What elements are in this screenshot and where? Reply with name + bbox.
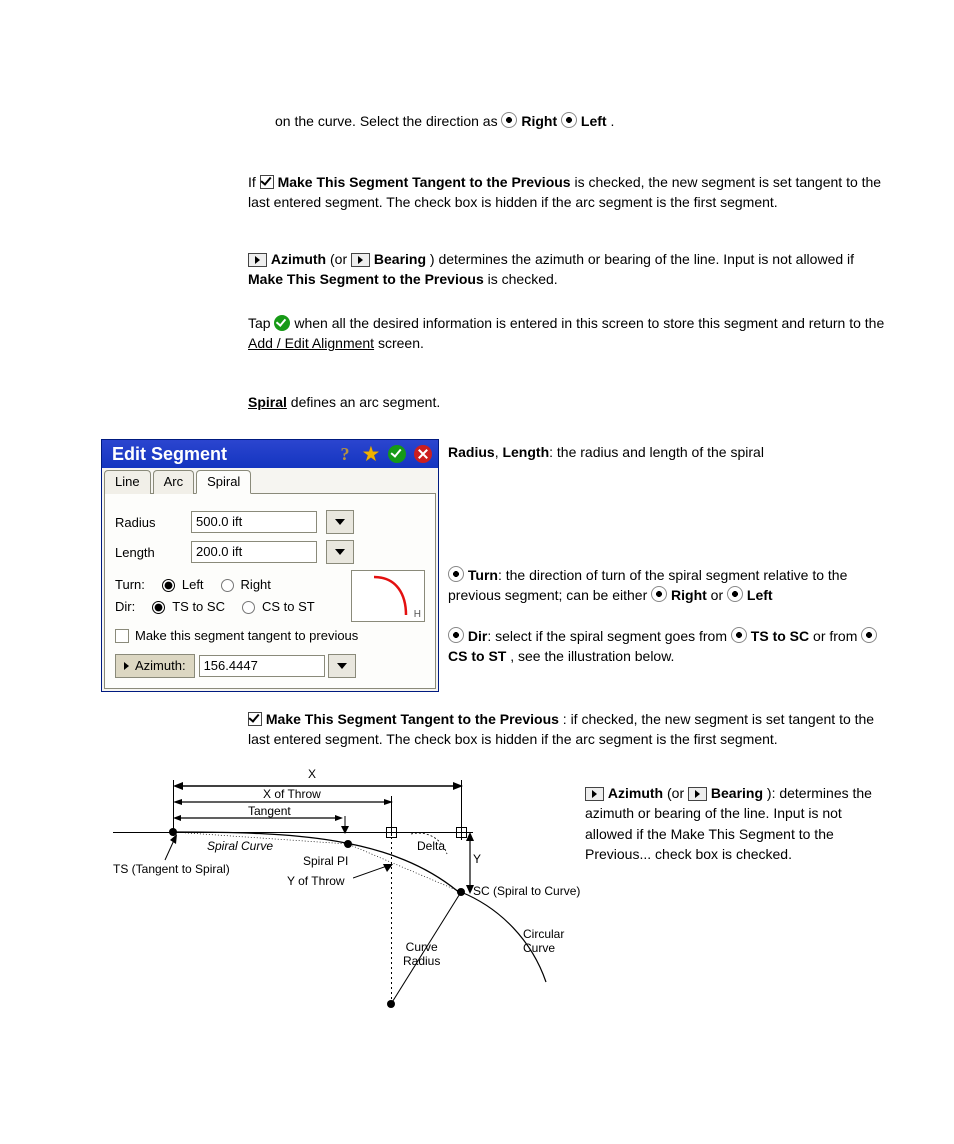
- pt-curve-center: [387, 1000, 395, 1008]
- dialog-title: Edit Segment: [112, 444, 227, 465]
- label-right: Right: [521, 113, 557, 129]
- azimuth-input[interactable]: 156.4447: [199, 655, 325, 677]
- tab-bar: Line Arc Spiral: [102, 468, 438, 494]
- label-make-tangent: Make This Segment Tangent to the Previou…: [278, 174, 571, 190]
- lbl-circular-curve: Circular Curve: [523, 927, 564, 955]
- lbl-sc: SC (Spiral to Curve): [473, 884, 580, 898]
- pt-spiral-pi: [344, 840, 352, 848]
- desc-turn: Turn: the direction of turn of the spira…: [448, 565, 888, 606]
- favorite-icon[interactable]: ★: [360, 443, 382, 465]
- desc-azimuth-right: Azimuth (or Bearing ): determines the az…: [585, 783, 890, 864]
- dir-ts-sc-radio[interactable]: TS to SC: [147, 598, 225, 614]
- radio-icon: [861, 627, 877, 643]
- spiral-tab-body: Radius 500.0 ift Length 200.0 ift Turn: …: [104, 493, 436, 689]
- length-label: Length: [115, 545, 181, 560]
- done-icon-titlebar[interactable]: [386, 443, 408, 465]
- length-units-dropdown[interactable]: [326, 540, 354, 564]
- radio-left-icon-2: [727, 586, 743, 602]
- radius-input[interactable]: 500.0 ift: [191, 511, 317, 533]
- turn-left-radio[interactable]: Left: [157, 576, 204, 592]
- radio-left-icon: [561, 112, 577, 128]
- lbl-xthrow: X of Throw: [263, 787, 321, 801]
- label-left: Left: [581, 113, 607, 129]
- lbl-spiral-pi: Spiral PI: [303, 854, 348, 868]
- dir-row: Dir: TS to SC CS to ST: [115, 598, 351, 614]
- edit-segment-dialog: Edit Segment ? ★ Line Arc Spiral Radius …: [101, 439, 439, 692]
- radio-icon: [448, 627, 464, 643]
- checkbox-icon-2: [248, 712, 262, 726]
- help-icon[interactable]: ?: [334, 443, 356, 465]
- lbl-ythrow: Y of Throw: [287, 874, 345, 888]
- para-curve-direction: on the curve. Select the direction as Ri…: [275, 111, 885, 131]
- radio-right-icon-2: [651, 586, 667, 602]
- tab-line[interactable]: Line: [104, 470, 151, 494]
- label-spiral-heading: Spiral: [248, 394, 287, 410]
- label-azimuth: Azimuth: [271, 251, 326, 267]
- azimuth-drop-icon-2: [585, 787, 604, 801]
- done-icon: [274, 315, 290, 331]
- preview-h-label: H: [414, 609, 421, 620]
- para-azimuth: Azimuth (or Bearing ) determines the azi…: [248, 249, 888, 290]
- desc-radius-length: Radius, Length: the radius and length of…: [448, 442, 888, 462]
- lbl-y: Y: [473, 852, 481, 866]
- heading-spiral: Spiral defines an arc segment.: [248, 392, 440, 412]
- dir-label: Dir:: [115, 599, 135, 614]
- azimuth-dropdown[interactable]: [328, 654, 356, 678]
- lbl-delta: Delta: [417, 839, 445, 853]
- tab-arc[interactable]: Arc: [153, 470, 195, 494]
- make-tangent-checkbox[interactable]: Make this segment tangent to previous: [115, 628, 358, 643]
- lbl-spiral-curve: Spiral Curve: [207, 839, 273, 853]
- azimuth-drop-icon: [248, 253, 267, 267]
- bearing-drop-icon-2: [688, 787, 707, 801]
- length-input[interactable]: 200.0 ift: [191, 541, 317, 563]
- dialog-titlebar: Edit Segment ? ★: [102, 440, 438, 468]
- close-icon[interactable]: [412, 443, 434, 465]
- link-add-edit-alignment[interactable]: Add / Edit Alignment: [248, 335, 374, 351]
- tab-spiral[interactable]: Spiral: [196, 470, 251, 494]
- lbl-tangent: Tangent: [248, 804, 291, 818]
- desc-dir: Dir: select if the spiral segment goes f…: [448, 626, 888, 667]
- azimuth-mode-button[interactable]: Azimuth:: [115, 654, 195, 678]
- lbl-ts: TS (Tangent to Spiral): [113, 862, 230, 876]
- para-make-tangent: If Make This Segment Tangent to the Prev…: [248, 172, 888, 213]
- bearing-drop-icon: [351, 253, 370, 267]
- desc-make-tangent: Make This Segment Tangent to the Previou…: [248, 709, 888, 750]
- spiral-preview: H: [351, 570, 425, 622]
- turn-row: Turn: Left Right: [115, 576, 351, 592]
- radio-right-icon: [501, 112, 517, 128]
- spiral-geometry-diagram: X X of Throw Tangent: [113, 772, 583, 1032]
- turn-label: Turn:: [115, 577, 145, 592]
- lbl-x: X: [308, 767, 316, 781]
- radio-icon: [448, 566, 464, 582]
- turn-right-radio[interactable]: Right: [216, 576, 271, 592]
- checkbox-icon: [260, 175, 274, 189]
- radius-units-dropdown[interactable]: [326, 510, 354, 534]
- para-done: Tap when all the desired information is …: [248, 313, 888, 354]
- label-bearing: Bearing: [374, 251, 426, 267]
- dir-cs-st-radio[interactable]: CS to ST: [237, 598, 315, 614]
- radio-icon: [731, 627, 747, 643]
- radius-label: Radius: [115, 515, 181, 530]
- lbl-curve-radius: Curve Radius: [403, 940, 440, 968]
